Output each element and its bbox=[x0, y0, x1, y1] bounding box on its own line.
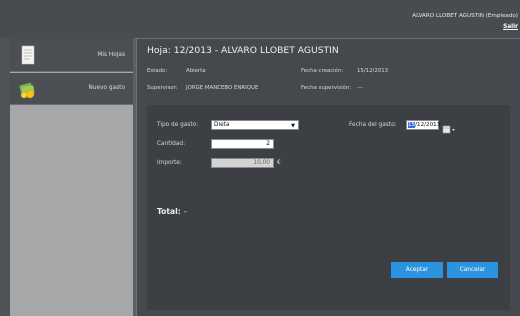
user-name: ALVARO LLOBET AGUSTIN (Empleado) bbox=[412, 13, 518, 19]
tipo-gasto-label: Tipo de gasto: bbox=[157, 122, 199, 128]
chevron-down-icon: ▼ bbox=[291, 123, 295, 129]
cantidad-input[interactable]: 2 bbox=[211, 139, 274, 149]
tipo-gasto-select[interactable]: Dieta ▼ bbox=[211, 120, 299, 130]
total-label: Total: bbox=[157, 207, 181, 216]
top-bar: ALVARO LLOBET AGUSTIN (Empleado) Salir bbox=[0, 0, 520, 38]
sidebar-item-mis-hojas[interactable]: Mis Hojas bbox=[10, 40, 133, 72]
supervision-value: --- bbox=[357, 85, 363, 91]
cantidad-label: Cantidad: bbox=[157, 141, 186, 147]
fecha-gasto-input[interactable]: 15/12/2013 bbox=[406, 120, 441, 130]
creacion-label: Fecha creación: bbox=[301, 68, 344, 74]
supervision-label: Fecha supervisión: bbox=[301, 85, 352, 91]
supervisor-label: Supervisor: bbox=[147, 85, 178, 91]
tipo-gasto-value: Dieta bbox=[214, 122, 230, 128]
supervisor-value: JORGE MANCEBO ENRIQUE bbox=[186, 85, 259, 91]
cantidad-value: 2 bbox=[266, 141, 270, 147]
expense-form: Tipo de gasto: Dieta ▼ Fecha del gasto: … bbox=[147, 105, 510, 310]
page-title: Hoja: 12/2013 - ALVARO LLOBET AGUSTIN bbox=[147, 45, 339, 56]
estado-value: Abierta bbox=[186, 68, 206, 74]
importe-input: 10,00 bbox=[211, 158, 274, 168]
document-icon bbox=[18, 45, 38, 67]
creacion-value: 15/12/2013 bbox=[357, 68, 389, 74]
importe-label: Importe: bbox=[157, 160, 182, 166]
sidebar-item-label: Nuevo gasto bbox=[88, 85, 125, 91]
cancel-button[interactable]: Cancelar bbox=[447, 262, 498, 278]
calendar-icon[interactable] bbox=[442, 120, 456, 134]
sidebar-item-nuevo-gasto[interactable]: Nuevo gasto bbox=[10, 73, 133, 105]
fecha-rest: /12/2013 bbox=[415, 122, 441, 128]
main-content: Hoja: 12/2013 - ALVARO LLOBET AGUSTIN Es… bbox=[136, 38, 520, 316]
estado-label: Estado: bbox=[147, 68, 168, 74]
fecha-gasto-label: Fecha del gasto: bbox=[349, 122, 397, 128]
total-value: - bbox=[184, 207, 187, 216]
left-strip bbox=[0, 38, 10, 316]
accept-button[interactable]: Aceptar bbox=[391, 262, 443, 278]
sidebar-item-label: Mis Hojas bbox=[97, 52, 125, 58]
sidebar: Mis Hojas Nuevo gasto bbox=[10, 40, 133, 316]
currency-symbol: € bbox=[277, 160, 281, 166]
logout-link[interactable]: Salir bbox=[503, 24, 518, 30]
money-icon bbox=[18, 78, 38, 100]
importe-value: 10,00 bbox=[253, 160, 270, 166]
